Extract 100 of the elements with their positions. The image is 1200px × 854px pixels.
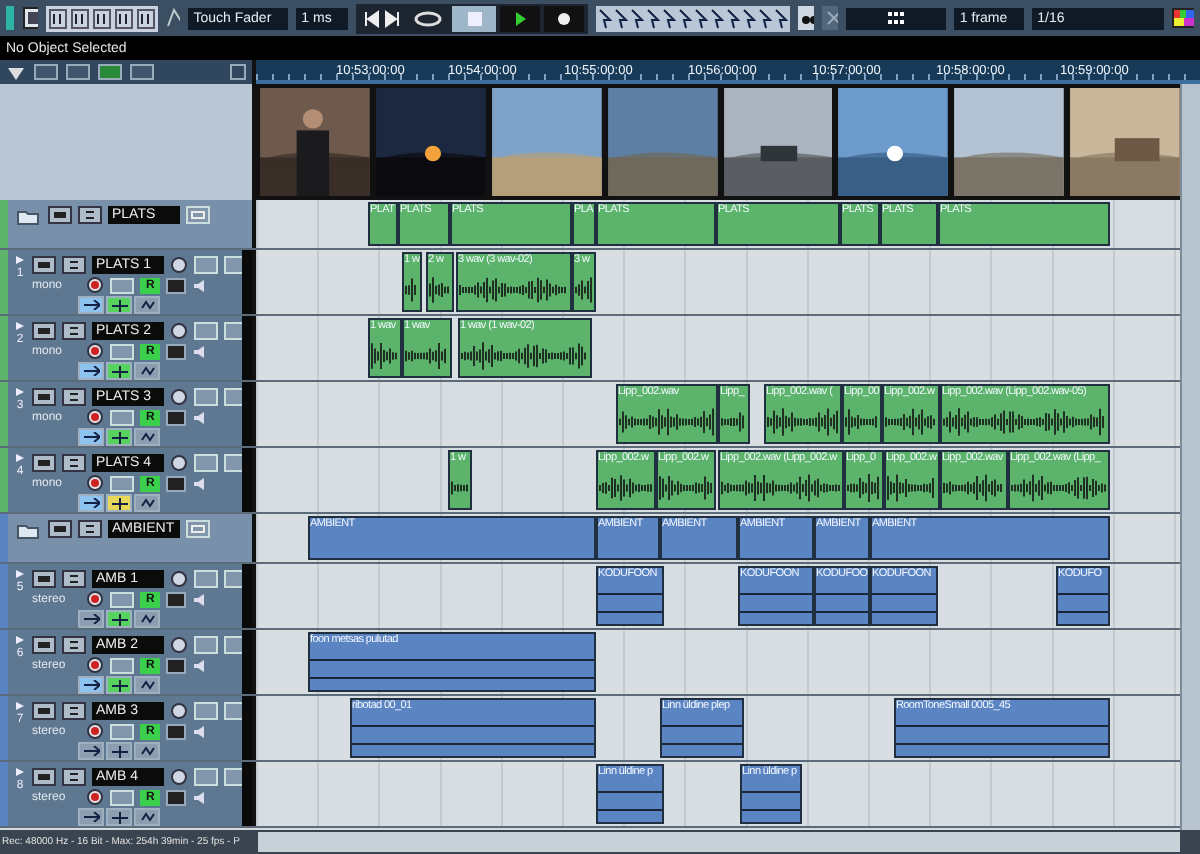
insert-button[interactable] xyxy=(106,362,132,380)
tool-icon[interactable] xyxy=(741,7,756,29)
mute-button[interactable] xyxy=(32,322,56,340)
tool-icon[interactable] xyxy=(773,7,788,29)
edit-button[interactable] xyxy=(78,676,104,694)
eq-button[interactable] xyxy=(134,362,160,380)
knob-icon[interactable] xyxy=(170,256,188,274)
toolbar-icon[interactable] xyxy=(136,7,157,29)
edit-button[interactable] xyxy=(78,362,104,380)
tool-icon[interactable] xyxy=(613,7,628,29)
solo-button[interactable] xyxy=(78,520,102,538)
tool-icon[interactable] xyxy=(693,7,708,29)
tool-icon[interactable] xyxy=(645,7,660,29)
record-enable-button[interactable] xyxy=(86,788,104,806)
solo-button[interactable] xyxy=(62,636,86,654)
folder-button[interactable] xyxy=(186,206,210,224)
mute-button[interactable] xyxy=(32,702,56,720)
expand-icon[interactable] xyxy=(14,254,26,266)
square-icon[interactable] xyxy=(230,64,246,80)
rewind-icon[interactable] xyxy=(359,7,380,29)
edit-button[interactable] xyxy=(78,494,104,512)
stop-icon[interactable] xyxy=(451,5,496,31)
solo-button[interactable] xyxy=(62,388,86,406)
solo-button[interactable] xyxy=(62,256,86,274)
expand-icon[interactable] xyxy=(14,634,26,646)
solo-button[interactable] xyxy=(62,702,86,720)
color-palette-icon[interactable] xyxy=(1172,8,1194,28)
inspector-icon[interactable] xyxy=(22,6,39,30)
edit-button[interactable] xyxy=(78,610,104,628)
solo-button[interactable] xyxy=(62,570,86,588)
record-enable-button[interactable] xyxy=(86,590,104,608)
expand-icon[interactable] xyxy=(14,568,26,580)
eq-button[interactable] xyxy=(134,428,160,446)
solo-button[interactable] xyxy=(62,768,86,786)
view-icon[interactable] xyxy=(34,64,58,80)
tool-icon[interactable] xyxy=(709,7,724,29)
mute-button[interactable] xyxy=(48,520,72,538)
grid-snap-icon[interactable] xyxy=(821,6,838,30)
vertical-scrollbar[interactable] xyxy=(1180,84,1200,830)
play-icon[interactable] xyxy=(499,5,540,31)
expand-icon[interactable] xyxy=(14,320,26,332)
record-enable-button[interactable] xyxy=(86,408,104,426)
insert-button[interactable] xyxy=(106,808,132,826)
expand-icon[interactable] xyxy=(14,452,26,464)
mute-button[interactable] xyxy=(32,256,56,274)
expand-icon[interactable] xyxy=(14,386,26,398)
mute-button[interactable] xyxy=(32,768,56,786)
mute-button[interactable] xyxy=(32,454,56,472)
folder-button[interactable] xyxy=(186,520,210,538)
tool-icon[interactable] xyxy=(629,7,644,29)
horizontal-scrollbar[interactable] xyxy=(258,832,1180,852)
insert-button[interactable] xyxy=(106,610,132,628)
solo-button[interactable] xyxy=(78,206,102,224)
tool-icon[interactable] xyxy=(725,7,740,29)
edit-button[interactable] xyxy=(78,742,104,760)
solo-button[interactable] xyxy=(62,322,86,340)
eq-button[interactable] xyxy=(134,808,160,826)
knob-icon[interactable] xyxy=(170,388,188,406)
toolbar-icon[interactable] xyxy=(114,7,135,29)
expand-icon[interactable] xyxy=(14,766,26,778)
view-icon[interactable] xyxy=(66,64,90,80)
folder-icon[interactable] xyxy=(16,522,40,540)
eq-button[interactable] xyxy=(134,494,160,512)
insert-button[interactable] xyxy=(106,742,132,760)
record-enable-button[interactable] xyxy=(86,722,104,740)
forward-icon[interactable] xyxy=(383,7,404,29)
write-button[interactable] xyxy=(166,657,187,673)
mute-button[interactable] xyxy=(32,388,56,406)
record-enable-button[interactable] xyxy=(86,276,104,294)
toolbar-icon[interactable] xyxy=(92,7,113,29)
mute-button[interactable] xyxy=(32,570,56,588)
eq-button[interactable] xyxy=(134,742,160,760)
tool-icon[interactable] xyxy=(677,7,692,29)
knob-icon[interactable] xyxy=(170,702,188,720)
write-button[interactable] xyxy=(166,475,187,491)
expand-icon[interactable] xyxy=(14,700,26,712)
knob-icon[interactable] xyxy=(170,454,188,472)
knob-icon[interactable] xyxy=(170,636,188,654)
mute-button[interactable] xyxy=(48,206,72,224)
solo-button[interactable] xyxy=(62,454,86,472)
edit-button[interactable] xyxy=(78,296,104,314)
insert-button[interactable] xyxy=(106,296,132,314)
tool-icon[interactable] xyxy=(757,7,772,29)
curve-icon[interactable] xyxy=(166,6,180,30)
edit-button[interactable] xyxy=(78,808,104,826)
knob-icon[interactable] xyxy=(170,570,188,588)
record-enable-button[interactable] xyxy=(86,342,104,360)
toolbar-icon[interactable] xyxy=(70,7,91,29)
write-button[interactable] xyxy=(166,789,187,805)
write-button[interactable] xyxy=(166,277,187,293)
edit-button[interactable] xyxy=(78,428,104,446)
knob-icon[interactable] xyxy=(170,322,188,340)
insert-button[interactable] xyxy=(106,494,132,512)
insert-button[interactable] xyxy=(106,428,132,446)
grid-dropdown[interactable] xyxy=(845,7,946,29)
insert-button[interactable] xyxy=(106,676,132,694)
record-icon[interactable] xyxy=(543,5,584,31)
write-button[interactable] xyxy=(166,723,187,739)
record-enable-button[interactable] xyxy=(86,656,104,674)
write-button[interactable] xyxy=(166,591,187,607)
